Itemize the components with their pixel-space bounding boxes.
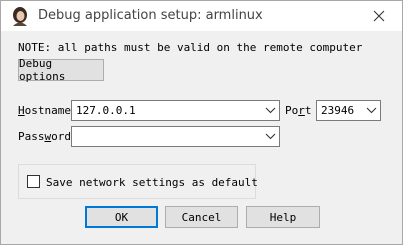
note-text: NOTE: all paths must be valid on the rem… [18,41,363,54]
ok-button[interactable]: OK [85,206,158,228]
hostname-value: 127.0.0.1 [76,104,136,117]
chevron-down-icon [265,133,276,140]
cancel-button[interactable]: Cancel [165,206,238,228]
avatar-icon [11,6,29,26]
chevron-down-icon [265,107,276,114]
debug-options-button[interactable]: Debug options [18,57,104,83]
port-label: Port [285,104,312,117]
save-settings-label[interactable]: Save network settings as default [46,176,258,189]
help-button[interactable]: Help [246,206,320,228]
chevron-down-icon [366,107,377,114]
hostname-label: Hostname [18,104,71,117]
hostname-combobox[interactable]: 127.0.0.1 [71,100,280,121]
title-bar: Debug application setup: armlinux [1,1,402,31]
save-settings-checkbox[interactable] [27,175,40,188]
close-button[interactable] [356,1,402,31]
password-combobox[interactable] [71,126,280,147]
debug-setup-dialog: Debug application setup: armlinux NOTE: … [0,0,403,245]
port-combobox[interactable]: 23946 [316,100,381,121]
password-label: Password [18,130,71,143]
window-title: Debug application setup: armlinux [38,8,263,23]
port-value: 23946 [321,104,355,117]
close-icon [373,10,385,22]
